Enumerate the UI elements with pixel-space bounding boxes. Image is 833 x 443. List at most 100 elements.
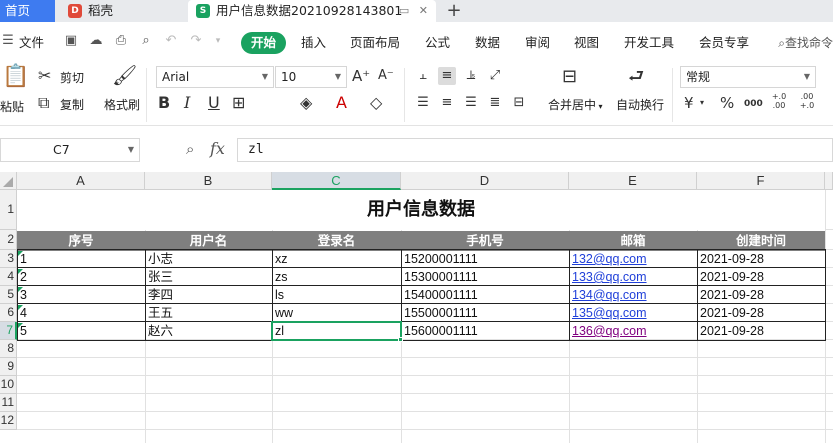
menu-page-layout[interactable]: 页面布局 xyxy=(350,34,400,52)
brush-icon[interactable]: 🖌 xyxy=(112,65,137,85)
decrease-decimal-icon[interactable]: .00 +.0 xyxy=(796,92,818,110)
print-icon[interactable]: ⎙ xyxy=(113,33,129,49)
menu-insert[interactable]: 插入 xyxy=(301,34,326,52)
menu-formulas[interactable]: 公式 xyxy=(425,34,450,52)
table-cell[interactable]: 小志 xyxy=(145,250,272,268)
copy-icon[interactable]: ⧉ xyxy=(38,94,49,112)
row-header-11[interactable]: 11 xyxy=(0,394,17,412)
wrap-text-button[interactable]: 自动换行 xyxy=(616,96,664,113)
table-cell[interactable]: ls xyxy=(272,286,401,304)
scissors-icon[interactable]: ✂ xyxy=(38,67,51,85)
paste-icon[interactable]: 📋 xyxy=(2,66,29,88)
spreadsheet-grid[interactable]: A B C D E F 1 2 3 4 5 6 7 8 9 10 11 12 用户信息数据 序号 用户名 登录名 手机号 邮箱… xyxy=(0,172,833,443)
row-header-12[interactable]: 12 xyxy=(0,412,17,430)
merge-center-button[interactable]: 合并居中 ▾ xyxy=(548,96,603,113)
table-cell[interactable]: 15200001111 xyxy=(401,250,569,268)
table-cell[interactable]: zs xyxy=(272,268,401,286)
email-link-cell[interactable]: 133@qq.com xyxy=(569,268,697,286)
row-header-1[interactable]: 1 xyxy=(0,190,17,230)
menu-review[interactable]: 审阅 xyxy=(525,34,550,52)
column-header-e[interactable]: E xyxy=(569,172,697,190)
column-header-f[interactable]: F xyxy=(697,172,825,190)
table-header-cell[interactable]: 序号 xyxy=(17,231,145,251)
table-cell[interactable]: 15300001111 xyxy=(401,268,569,286)
borders-icon[interactable]: ⊞ xyxy=(232,94,245,112)
email-link-cell[interactable]: 135@qq.com xyxy=(569,304,697,322)
align-center-icon[interactable]: ≡ xyxy=(438,94,456,112)
fill-handle[interactable] xyxy=(398,337,403,342)
menu-member[interactable]: 会员专享 xyxy=(699,34,749,52)
percent-icon[interactable]: % xyxy=(720,94,734,112)
table-cell[interactable]: 李四 xyxy=(145,286,272,304)
row-header-7[interactable]: 7 xyxy=(0,322,17,340)
table-cell[interactable]: 2021-09-28 xyxy=(697,322,825,340)
table-header-cell[interactable]: 登录名 xyxy=(272,231,401,251)
column-header-d[interactable]: D xyxy=(401,172,569,190)
name-box[interactable]: C7 ▼ xyxy=(0,138,140,162)
font-name-select[interactable]: Arial ▼ xyxy=(156,66,274,88)
increase-decimal-icon[interactable]: +.0 .00 xyxy=(768,92,790,110)
table-cell[interactable]: 15600001111 xyxy=(401,322,569,340)
table-cell[interactable]: 5 xyxy=(17,322,145,340)
table-cell[interactable]: 2021-09-28 xyxy=(697,268,825,286)
hamburger-menu-icon[interactable]: ☰ xyxy=(0,33,16,49)
justify-icon[interactable]: ≣ xyxy=(486,94,504,112)
align-left-icon[interactable]: ☰ xyxy=(414,94,432,112)
table-cell[interactable]: xz xyxy=(272,250,401,268)
table-cell[interactable]: 2021-09-28 xyxy=(697,250,825,268)
table-header-cell[interactable]: 手机号 xyxy=(401,231,569,251)
email-link-cell[interactable]: 134@qq.com xyxy=(569,286,697,304)
command-search[interactable]: ⌕查找命令 xyxy=(778,34,833,51)
select-all-corner[interactable] xyxy=(0,172,17,190)
tab-home[interactable]: 首页 xyxy=(0,0,55,22)
align-right-icon[interactable]: ☰ xyxy=(462,94,480,112)
table-cell[interactable]: 王五 xyxy=(145,304,272,322)
table-header-cell[interactable]: 邮箱 xyxy=(569,231,697,251)
menu-home[interactable]: 开始 xyxy=(241,32,287,54)
font-size-select[interactable]: 10 ▼ xyxy=(275,66,347,88)
currency-dropdown-icon[interactable]: ▾ xyxy=(700,94,704,112)
increase-font-icon[interactable]: A⁺ xyxy=(352,67,370,85)
table-cell[interactable]: 4 xyxy=(17,304,145,322)
merge-cells-icon[interactable]: ⊟ xyxy=(562,68,577,86)
align-bottom-icon[interactable]: ⫡ xyxy=(462,67,480,85)
bold-icon[interactable]: B xyxy=(158,94,170,112)
email-link-cell[interactable]: 132@qq.com xyxy=(569,250,697,268)
save-icon[interactable]: ▣ xyxy=(63,33,79,49)
row-header-8[interactable]: 8 xyxy=(0,340,17,358)
font-color-icon[interactable]: A xyxy=(336,94,347,112)
table-cell[interactable]: 15400001111 xyxy=(401,286,569,304)
format-painter-button[interactable]: 格式刷 xyxy=(104,96,140,113)
currency-icon[interactable]: ¥ xyxy=(684,94,694,112)
decrease-font-icon[interactable]: A⁻ xyxy=(378,67,394,85)
table-cell[interactable]: 2 xyxy=(17,268,145,286)
eraser-icon[interactable]: ◇ xyxy=(370,94,382,112)
menu-data[interactable]: 数据 xyxy=(475,34,500,52)
table-cell[interactable]: 赵六 xyxy=(145,322,272,340)
italic-icon[interactable]: I xyxy=(184,94,190,112)
wrap-text-icon[interactable]: ⮐ xyxy=(628,68,644,86)
column-header-b[interactable]: B xyxy=(145,172,272,190)
screen-icon[interactable]: ▭ xyxy=(399,4,409,17)
menu-view[interactable]: 视图 xyxy=(574,34,599,52)
close-tab-icon[interactable]: ✕ xyxy=(419,4,428,17)
menu-developer[interactable]: 开发工具 xyxy=(624,34,674,52)
tab-docer[interactable]: D 稻壳 xyxy=(60,0,182,22)
align-middle-icon[interactable]: ≡ xyxy=(438,67,456,85)
row-header-3[interactable]: 3 xyxy=(0,250,17,268)
underline-icon[interactable]: U xyxy=(208,94,220,112)
column-header-a[interactable]: A xyxy=(17,172,145,190)
thousands-separator-icon[interactable]: 000 xyxy=(744,95,763,113)
print-preview-icon[interactable]: ⌕ xyxy=(138,33,154,49)
table-cell[interactable]: 2021-09-28 xyxy=(697,286,825,304)
table-cell[interactable]: 15500001111 xyxy=(401,304,569,322)
column-header-c[interactable]: C xyxy=(272,172,401,190)
table-cell[interactable]: zl xyxy=(272,322,401,340)
fill-color-icon[interactable]: ◈ xyxy=(300,94,312,112)
formula-input[interactable]: zl xyxy=(237,138,833,162)
paste-button[interactable]: 粘贴 xyxy=(0,98,24,115)
table-header-cell[interactable]: 用户名 xyxy=(145,231,272,251)
table-cell[interactable]: 2021-09-28 xyxy=(697,304,825,322)
quick-access-dropdown-icon[interactable]: ▾ xyxy=(210,33,226,49)
row-header-5[interactable]: 5 xyxy=(0,286,17,304)
